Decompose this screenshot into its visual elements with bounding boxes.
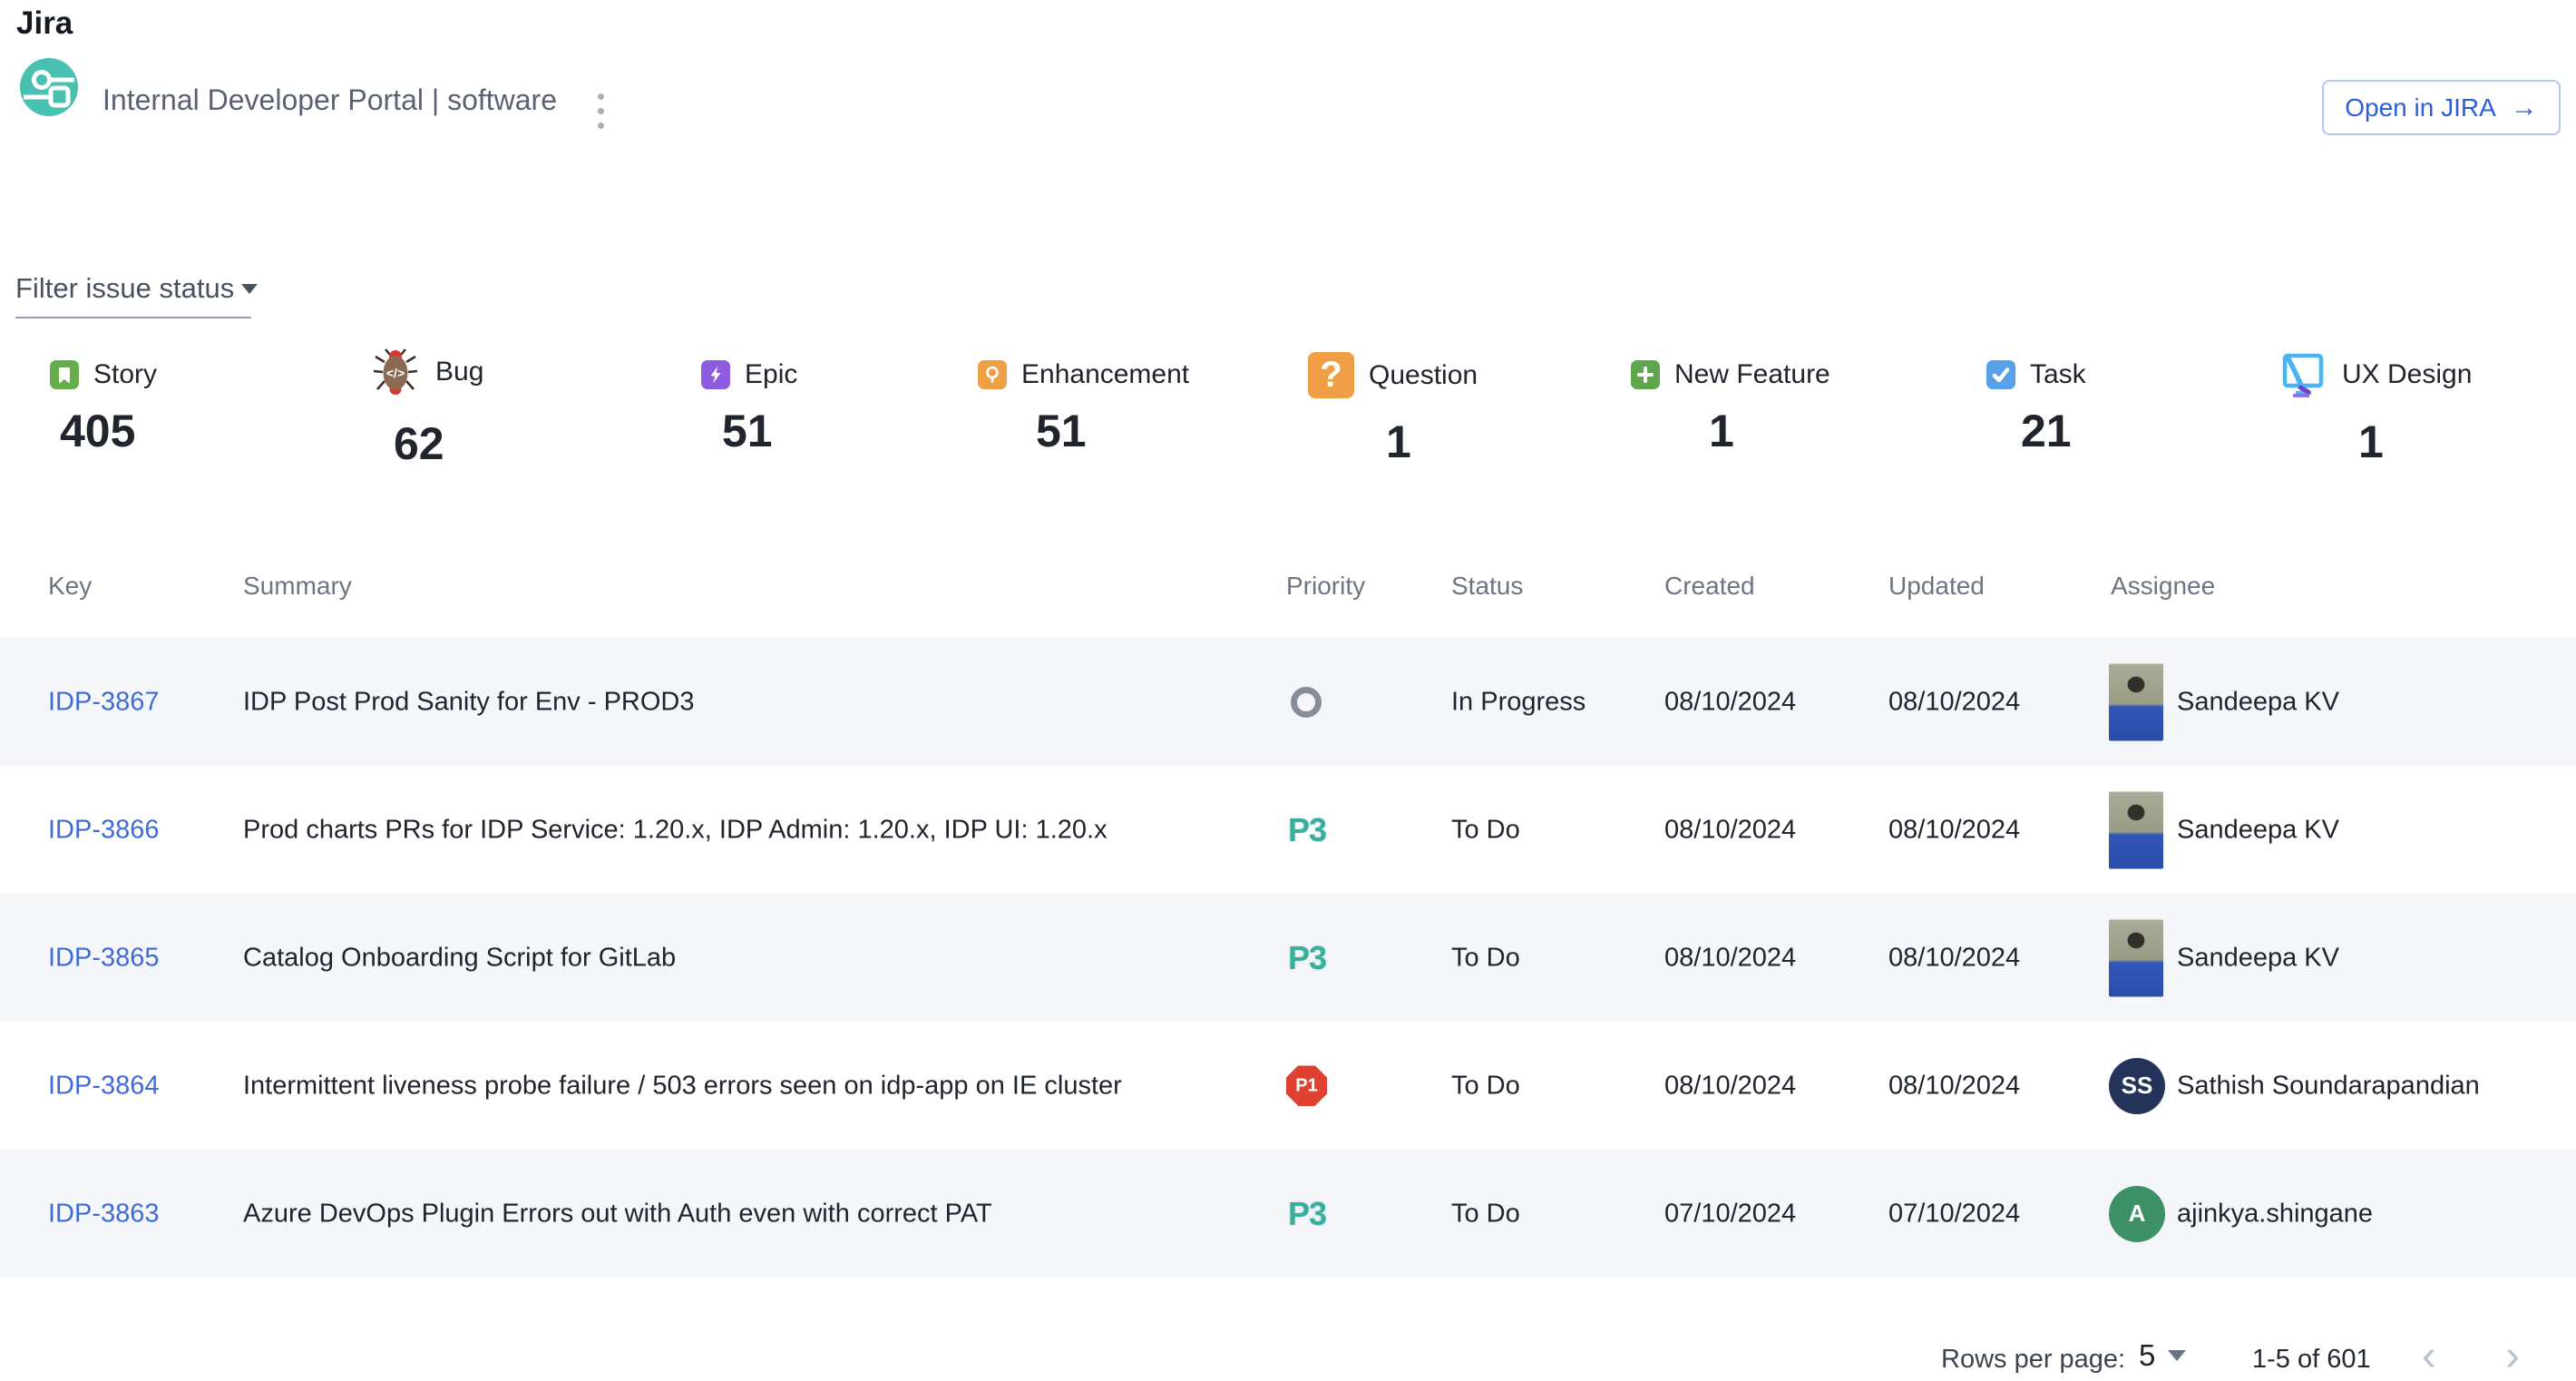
rows-per-page-label: Rows per page: [1941, 1345, 2125, 1375]
issue-created: 08/10/2024 [1664, 815, 1796, 845]
ux-design-icon [2275, 348, 2327, 401]
stat-story: Story [50, 359, 157, 390]
stat-ux-design-count: 1 [2358, 416, 2384, 468]
issue-created: 07/10/2024 [1664, 1199, 1796, 1229]
bug-icon: </> [370, 347, 421, 397]
page-title: Jira [16, 5, 73, 42]
issue-key-link[interactable]: IDP-3864 [48, 1071, 160, 1101]
priority-none-icon [1291, 687, 1322, 718]
stat-epic-count: 51 [722, 405, 773, 457]
assignee-name: Sathish Soundarapandian [2177, 1071, 2480, 1101]
epic-icon [701, 360, 730, 389]
issue-created: 08/10/2024 [1664, 943, 1796, 973]
stat-bug: </> Bug [370, 347, 483, 397]
svg-text:</>: </> [386, 366, 405, 380]
column-header-updated: Updated [1888, 572, 1985, 601]
enhancement-icon [978, 360, 1007, 389]
issue-status: To Do [1451, 1199, 1520, 1229]
avatar [2109, 919, 2163, 996]
filter-underline [15, 317, 251, 318]
issue-summary: Intermittent liveness probe failure / 50… [243, 1071, 1122, 1101]
issue-key-link[interactable]: IDP-3867 [48, 687, 160, 717]
assignee-name: ajinkya.shingane [2177, 1199, 2373, 1229]
assignee-name: Sandeepa KV [2177, 943, 2339, 973]
stat-task: Task [1986, 359, 2086, 390]
column-header-summary: Summary [243, 572, 352, 601]
table-row: IDP-3863 Azure DevOps Plugin Errors out … [0, 1150, 2576, 1278]
issue-updated: 07/10/2024 [1888, 1199, 2020, 1229]
stat-enhancement: Enhancement [978, 359, 1189, 390]
avatar: SS [2109, 1058, 2165, 1114]
column-header-key: Key [48, 572, 92, 601]
rows-per-page-select[interactable]: 5 [2139, 1338, 2186, 1373]
entity-avatar-icon [20, 58, 78, 116]
issue-created: 08/10/2024 [1664, 1071, 1796, 1101]
issue-updated: 08/10/2024 [1888, 815, 2020, 845]
stat-new-feature: New Feature [1631, 359, 1830, 390]
next-page-button[interactable]: › [2493, 1331, 2532, 1381]
priority-p3-icon: P3 [1288, 939, 1326, 977]
new-feature-icon [1631, 360, 1660, 389]
task-icon [1986, 360, 2015, 389]
issue-summary: Catalog Onboarding Script for GitLab [243, 943, 676, 973]
table-row: IDP-3864 Intermittent liveness probe fai… [0, 1022, 2576, 1150]
avatar: A [2109, 1186, 2165, 1242]
stat-question-count: 1 [1386, 416, 1411, 468]
assignee-name: Sandeepa KV [2177, 815, 2339, 845]
chevron-down-icon [2168, 1350, 2186, 1361]
chevron-down-icon [241, 284, 258, 294]
issue-summary: IDP Post Prod Sanity for Env - PROD3 [243, 687, 695, 717]
story-icon [50, 360, 79, 389]
priority-p3-icon: P3 [1288, 1195, 1326, 1233]
issue-status: To Do [1451, 815, 1520, 845]
filter-issue-status-select[interactable]: Filter issue status [15, 272, 258, 305]
column-header-assignee: Assignee [2111, 572, 2215, 601]
issue-key-link[interactable]: IDP-3865 [48, 943, 160, 973]
column-header-created: Created [1664, 572, 1755, 601]
avatar [2109, 791, 2163, 868]
assignee-name: Sandeepa KV [2177, 687, 2339, 717]
issue-key-link[interactable]: IDP-3866 [48, 815, 160, 845]
jira-widget: Jira Internal Developer Portal | softwar… [0, 0, 2576, 1381]
question-icon: ? [1308, 352, 1354, 398]
issue-key-link[interactable]: IDP-3863 [48, 1199, 160, 1229]
table-row: IDP-3866 Prod charts PRs for IDP Service… [0, 766, 2576, 894]
issue-updated: 08/10/2024 [1888, 687, 2020, 717]
open-in-jira-button[interactable]: Open in JIRA → [2322, 80, 2561, 135]
issue-status: To Do [1451, 943, 1520, 973]
issue-updated: 08/10/2024 [1888, 943, 2020, 973]
issue-status: To Do [1451, 1071, 1520, 1101]
issue-status: In Progress [1451, 687, 1586, 717]
stat-story-count: 405 [60, 405, 135, 457]
svg-text:?: ? [1320, 355, 1342, 395]
entity-title: Internal Developer Portal | software [102, 83, 557, 117]
stat-ux-design: UX Design [2275, 348, 2472, 401]
stat-question: ? Question [1308, 352, 1478, 398]
issue-updated: 08/10/2024 [1888, 1071, 2020, 1101]
issue-created: 08/10/2024 [1664, 687, 1796, 717]
stat-new-feature-count: 1 [1709, 405, 1734, 457]
priority-p1-icon: P1 [1286, 1065, 1327, 1106]
previous-page-button[interactable]: ‹ [2409, 1331, 2449, 1381]
stat-bug-count: 62 [394, 417, 444, 470]
table-row: IDP-3867 IDP Post Prod Sanity for Env - … [0, 638, 2576, 766]
priority-p3-icon: P3 [1288, 811, 1326, 849]
column-header-status: Status [1451, 572, 1523, 601]
arrow-right-icon: → [2511, 94, 2538, 122]
table-row: IDP-3865 Catalog Onboarding Script for G… [0, 894, 2576, 1022]
column-header-priority: Priority [1286, 572, 1365, 601]
stat-task-count: 21 [2021, 405, 2072, 457]
avatar [2109, 663, 2163, 740]
issue-summary: Prod charts PRs for IDP Service: 1.20.x,… [243, 815, 1107, 845]
pagination-range: 1-5 of 601 [2252, 1345, 2371, 1375]
stat-epic: Epic [701, 359, 797, 390]
more-menu-button[interactable] [582, 87, 619, 134]
issue-summary: Azure DevOps Plugin Errors out with Auth… [243, 1199, 992, 1229]
stat-enhancement-count: 51 [1036, 405, 1087, 457]
